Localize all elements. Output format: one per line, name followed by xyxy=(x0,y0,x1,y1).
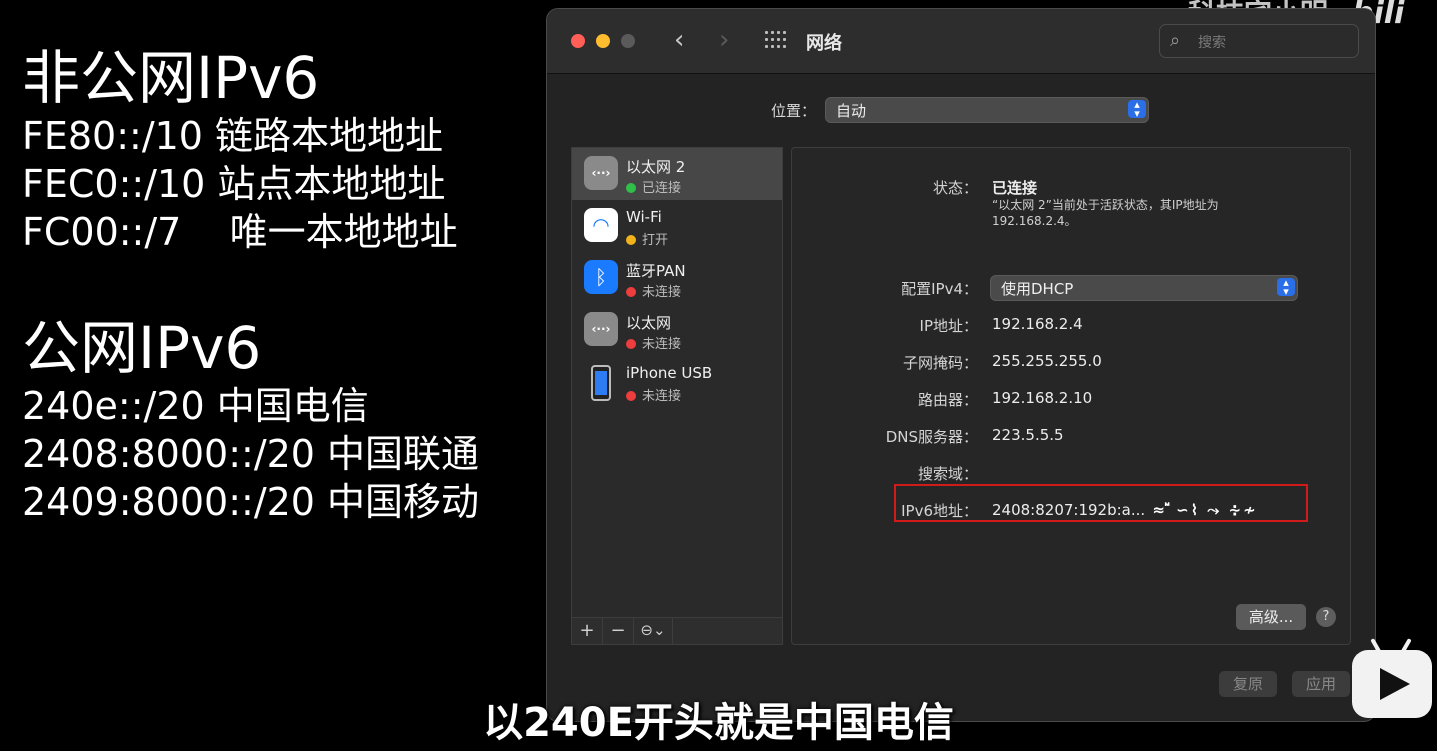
slide-line: FE80::/10 链路本地地址 xyxy=(22,114,444,158)
service-name: 以太网 xyxy=(626,314,672,332)
forward-chevron-icon[interactable]: › xyxy=(719,25,729,55)
subnet-mask-label: 子网掩码： xyxy=(902,354,978,372)
remove-service-button[interactable]: − xyxy=(603,618,634,644)
title-bar: ‹ › 网络 ⌕ 搜索 xyxy=(547,9,1375,74)
ip-address-value: 192.168.2.4 xyxy=(992,315,1083,333)
service-name: 蓝牙PAN xyxy=(626,262,686,280)
status-description: “以太网 2”当前处于活跃状态，其IP地址为192.168.2.4。 xyxy=(992,198,1219,228)
service-status: 未连接 xyxy=(626,281,681,300)
status-dot-icon xyxy=(626,287,636,297)
slide-line: FC00::/7 唯一本地地址 xyxy=(22,210,458,254)
show-all-grid-icon[interactable] xyxy=(765,31,787,49)
slide-line: 2408:8000::/20 中国联通 xyxy=(22,432,480,476)
configure-ipv4-label: 配置IPv4： xyxy=(901,280,978,298)
redacted-scribble-icon: ≈ⷨ ∽⌇ ⤳ ∻≁ xyxy=(1145,501,1258,519)
service-item-iphone-usb[interactable]: iPhone USB 未连接 xyxy=(572,356,782,408)
search-icon: ⌕ xyxy=(1170,30,1181,51)
dns-server-label: DNS服务器： xyxy=(885,428,978,446)
service-name: Wi-Fi xyxy=(626,208,662,226)
bilibili-tv-play-icon xyxy=(1352,638,1432,718)
service-item-wifi[interactable]: ◠ Wi-Fi 打开 xyxy=(572,200,782,252)
action-menu-button[interactable]: ⊖⌄ xyxy=(634,618,673,644)
status-label: 状态： xyxy=(932,179,978,197)
service-status: 打开 xyxy=(626,229,668,248)
ip-address-label: IP地址： xyxy=(919,317,978,335)
back-chevron-icon[interactable]: ‹ xyxy=(674,25,684,55)
location-value: 自动 xyxy=(836,102,867,120)
ipv6-address-value: 2408:8207:192b:a... ≈ⷨ ∽⌇ ⤳ ∻≁ xyxy=(992,501,1258,519)
service-status: 未连接 xyxy=(626,385,681,404)
status-value: 已连接 xyxy=(992,179,1038,197)
network-preferences-window: ‹ › 网络 ⌕ 搜索 位置： 自动 ▴ ▾ ‹··› 以太网 2 已连接 ◠ W… xyxy=(546,8,1376,722)
updown-chevron-icon: ▴ ▾ xyxy=(1128,99,1146,119)
slide-line: FEC0::/10 站点本地地址 xyxy=(22,162,446,206)
location-select[interactable]: 自动 ▴ ▾ xyxy=(825,97,1149,123)
slide-text: 非公网IPv6 FE80::/10 链路本地地址 FEC0::/10 站点本地地… xyxy=(22,44,479,526)
slide-line: 2409:8000::/20 中国移动 xyxy=(22,480,480,524)
service-list-toolbar: + − ⊖⌄ xyxy=(572,617,782,644)
slide-line: 240e::/20 中国电信 xyxy=(22,384,369,428)
advanced-button[interactable]: 高级... xyxy=(1236,604,1306,630)
status-dot-icon xyxy=(626,183,636,193)
service-status: 未连接 xyxy=(626,333,681,352)
configure-ipv4-select[interactable]: 使用DHCP ▴ ▾ xyxy=(990,275,1298,301)
video-subtitle: 以240E开头就是中国电信 xyxy=(483,700,954,746)
help-button[interactable]: ? xyxy=(1316,607,1336,627)
zoom-button[interactable] xyxy=(621,34,635,48)
window-title: 网络 xyxy=(806,33,842,54)
router-value: 192.168.2.10 xyxy=(992,389,1093,407)
search-domain-label: 搜索域： xyxy=(917,465,978,483)
search-placeholder: 搜索 xyxy=(1198,35,1226,51)
service-list: ‹··› 以太网 2 已连接 ◠ Wi-Fi 打开 ᛒ 蓝牙PAN 未连接 ‹·… xyxy=(571,147,783,645)
updown-chevron-icon: ▴ ▾ xyxy=(1277,277,1295,297)
service-item-bluetooth-pan[interactable]: ᛒ 蓝牙PAN 未连接 xyxy=(572,252,782,304)
service-name: 以太网 2 xyxy=(626,158,686,176)
close-button[interactable] xyxy=(571,34,585,48)
heading-private-ipv6: 非公网IPv6 xyxy=(22,44,320,112)
status-dot-icon xyxy=(626,235,636,245)
minimize-button[interactable] xyxy=(596,34,610,48)
wifi-icon: ◠ xyxy=(584,208,618,242)
location-label: 位置： xyxy=(771,102,817,120)
bluetooth-icon: ᛒ xyxy=(584,260,618,294)
ethernet-icon: ‹··› xyxy=(584,312,618,346)
heading-public-ipv6: 公网IPv6 xyxy=(22,314,262,382)
ipv6-address-label: IPv6地址： xyxy=(901,502,978,520)
router-label: 路由器： xyxy=(917,391,978,409)
subnet-mask-value: 255.255.255.0 xyxy=(992,352,1102,370)
search-field[interactable]: ⌕ 搜索 xyxy=(1159,24,1359,58)
service-name: iPhone USB xyxy=(626,364,713,382)
service-item-ethernet-2[interactable]: ‹··› 以太网 2 已连接 xyxy=(572,148,782,200)
status-dot-icon xyxy=(626,391,636,401)
iphone-icon xyxy=(584,364,618,401)
add-service-button[interactable]: + xyxy=(572,618,603,644)
service-detail-panel: 状态： 已连接 “以太网 2”当前处于活跃状态，其IP地址为192.168.2.… xyxy=(791,147,1351,645)
ethernet-icon: ‹··› xyxy=(584,156,618,190)
service-status: 已连接 xyxy=(626,177,681,196)
dns-server-value: 223.5.5.5 xyxy=(992,426,1064,444)
configure-ipv4-value: 使用DHCP xyxy=(1001,280,1074,298)
status-dot-icon xyxy=(626,339,636,349)
service-item-ethernet[interactable]: ‹··› 以太网 未连接 xyxy=(572,304,782,356)
